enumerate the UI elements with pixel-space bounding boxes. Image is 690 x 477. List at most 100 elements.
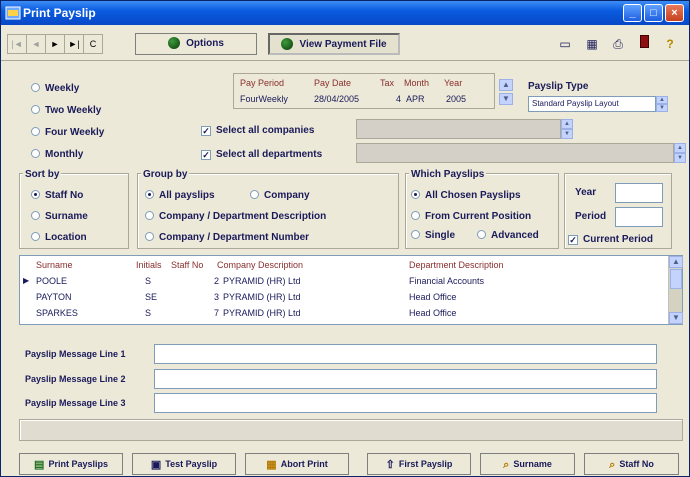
departments-select[interactable] (356, 143, 674, 163)
year-input[interactable] (615, 183, 663, 203)
col-staff-no-header[interactable]: Staff No (171, 260, 203, 270)
employee-list[interactable]: Surname Initials Staff No Company Descri… (19, 255, 683, 325)
which-advanced-radio[interactable]: Advanced (477, 230, 539, 241)
radio-button (31, 83, 40, 92)
printer-icon[interactable]: ⎙ (609, 35, 627, 53)
scroll-down-icon[interactable]: ▼ (669, 312, 683, 324)
select-all-companies-label: Select all companies (216, 125, 315, 136)
find-staff-no-label: Staff No (619, 459, 654, 469)
scroll-up-icon[interactable]: ▲ (669, 256, 683, 268)
help-icon[interactable]: ? (661, 35, 679, 53)
exit-door-icon[interactable] (635, 35, 653, 53)
freq-four-weekly-label: Four Weekly (45, 127, 105, 138)
toolbar: |◄ ◄ ► ►| C Options View Payment File ▭ … (1, 27, 689, 61)
last-record-button[interactable]: ►| (64, 34, 84, 54)
cell-surname: POOLE (36, 276, 68, 286)
first-payslip-icon: ⇧ (385, 459, 395, 471)
first-payslip-button[interactable]: ⇧ First Payslip (367, 453, 471, 475)
freq-weekly-radio[interactable]: Weekly (31, 83, 79, 94)
first-payslip-label: First Payslip (398, 459, 453, 469)
cell-staff-no: 7 (214, 308, 220, 318)
print-payslip-window: Print Payslip _ □ × |◄ ◄ ► ►| C Options … (0, 0, 690, 477)
companies-spinner[interactable]: ▲ ▼ (561, 119, 573, 139)
freq-weekly-label: Weekly (45, 83, 80, 94)
test-payslip-button[interactable]: ▣ Test Payslip (132, 453, 236, 475)
refresh-button[interactable]: C (83, 34, 103, 54)
sort-staff-no-radio[interactable]: Staff No (31, 190, 83, 201)
payment-file-icon (281, 38, 294, 51)
title-bar[interactable]: Print Payslip _ □ × (1, 1, 689, 25)
message-line-2-input[interactable] (154, 369, 657, 389)
view-payment-file-label: View Payment File (299, 39, 387, 50)
print-payslips-button[interactable]: ▤ Print Payslips (19, 453, 123, 475)
cell-surname: SPARKES (36, 308, 78, 318)
abort-print-button[interactable]: ▦ Abort Print (245, 453, 349, 475)
freq-monthly-label: Monthly (45, 149, 84, 160)
companies-select[interactable] (356, 119, 561, 139)
group-company-dept-num-radio[interactable]: Company / Department Number (145, 232, 309, 243)
find-surname-button[interactable]: ⌕ Surname (480, 453, 575, 475)
message-line-3-label: Payslip Message Line 3 (25, 398, 126, 408)
sort-staff-no-label: Staff No (45, 190, 84, 201)
current-row-arrow-icon: ▶ (23, 276, 30, 285)
spin-up-icon[interactable]: ▲ (561, 119, 573, 129)
year-header: Year (444, 78, 463, 88)
previous-record-button[interactable]: ◄ (26, 34, 46, 54)
spin-up-icon[interactable]: ▲ (674, 143, 686, 153)
period-input[interactable] (615, 207, 663, 227)
list-scrollbar[interactable]: ▲ ▼ (668, 256, 683, 324)
col-company-header[interactable]: Company Description (217, 260, 303, 270)
find-staff-no-button[interactable]: ⌕ Staff No (584, 453, 679, 475)
current-period-checkbox[interactable]: ✓ Current Period (568, 234, 653, 245)
freq-two-weekly-radio[interactable]: Two Weekly (31, 105, 101, 116)
find-icon[interactable]: ▭ (556, 35, 574, 53)
freq-monthly-radio[interactable]: Monthly (31, 149, 83, 160)
calculator-icon[interactable]: ▦ (583, 35, 601, 53)
group-all-payslips-radio[interactable]: All payslips (145, 190, 215, 201)
minimize-button[interactable]: _ (623, 4, 642, 22)
payslip-type-select[interactable]: Standard Payslip Layout (528, 96, 656, 112)
message-line-1-input[interactable] (154, 344, 657, 364)
spin-down-icon[interactable]: ▼ (674, 153, 686, 163)
year-value: 2005 (446, 94, 467, 104)
col-surname-header[interactable]: Surname (36, 260, 73, 270)
abort-icon: ▦ (266, 459, 277, 471)
cell-initials: SE (145, 292, 158, 302)
col-initials-header[interactable]: Initials (136, 260, 162, 270)
departments-spinner[interactable]: ▲ ▼ (674, 143, 686, 163)
radio-button (31, 211, 40, 220)
options-button[interactable]: Options (135, 33, 257, 55)
first-record-button[interactable]: |◄ (7, 34, 27, 54)
status-bar (19, 419, 683, 441)
cell-department: Financial Accounts (409, 276, 485, 286)
group-all-payslips-label: All payslips (159, 190, 215, 201)
payslip-type-spinner[interactable]: ▲ ▼ (656, 96, 668, 112)
which-from-current-radio[interactable]: From Current Position (411, 211, 531, 222)
spin-down-icon[interactable]: ▼ (499, 93, 513, 105)
group-company-radio[interactable]: Company (250, 190, 310, 201)
maximize-button[interactable]: □ (644, 4, 663, 22)
group-company-label: Company (264, 190, 310, 201)
which-advanced-label: Advanced (491, 230, 539, 241)
sort-location-radio[interactable]: Location (31, 232, 87, 243)
sort-surname-radio[interactable]: Surname (31, 211, 88, 222)
period-spinner[interactable]: ▲ ▼ (499, 79, 513, 107)
which-single-radio[interactable]: Single (411, 230, 455, 241)
next-record-button[interactable]: ► (45, 34, 65, 54)
view-payment-file-button[interactable]: View Payment File (268, 33, 400, 55)
spin-up-icon[interactable]: ▲ (499, 79, 513, 91)
group-company-dept-desc-radio[interactable]: Company / Department Description (145, 211, 326, 222)
spin-down-icon[interactable]: ▼ (656, 104, 668, 112)
cell-staff-no: 3 (214, 292, 220, 302)
scroll-thumb[interactable] (670, 269, 682, 289)
which-all-chosen-radio[interactable]: All Chosen Payslips (411, 190, 521, 201)
close-button[interactable]: × (665, 4, 684, 22)
message-line-3-input[interactable] (154, 393, 657, 413)
freq-four-weekly-radio[interactable]: Four Weekly (31, 127, 104, 138)
spin-down-icon[interactable]: ▼ (561, 129, 573, 139)
spin-up-icon[interactable]: ▲ (656, 96, 668, 104)
select-all-companies-checkbox[interactable]: ✓ Select all companies (201, 125, 314, 136)
test-payslip-label: Test Payslip (165, 459, 218, 469)
select-all-departments-checkbox[interactable]: ✓ Select all departments (201, 149, 322, 160)
col-department-header[interactable]: Department Description (409, 260, 504, 270)
